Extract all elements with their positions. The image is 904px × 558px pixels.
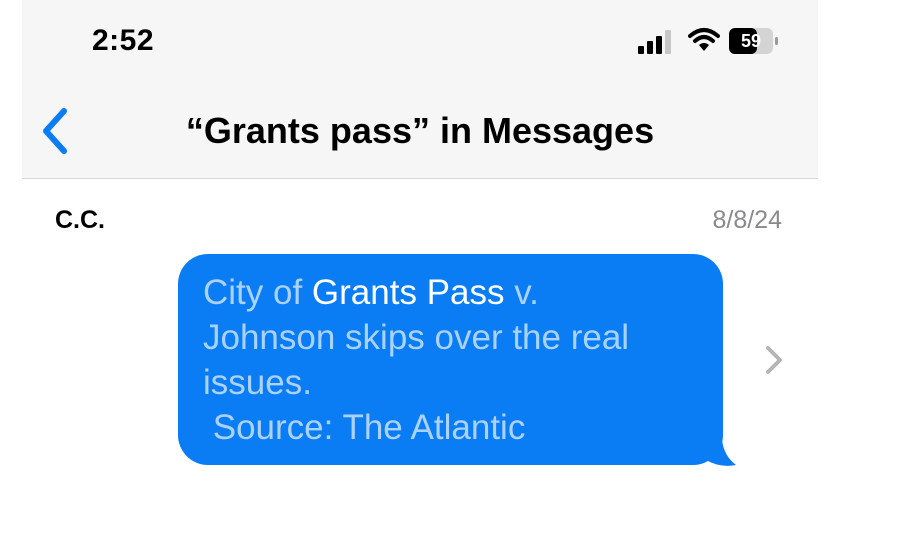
sender-name: C.C.: [55, 206, 105, 234]
message-date: 8/8/24: [712, 206, 782, 234]
message-text: City of Grants Pass v. Johnson skips ove…: [203, 270, 713, 450]
message-text-pre: City of: [203, 273, 312, 312]
chevron-left-icon: [43, 108, 67, 154]
messages-search-screen: 2:52 59 “Grants pass” in Messages C.C. 8…: [0, 0, 904, 558]
chevron-right-icon: [766, 346, 782, 374]
search-match-highlight: Grants Pass: [311, 273, 505, 312]
open-message-button[interactable]: [762, 344, 786, 376]
signal-icon: [638, 30, 671, 54]
wifi-icon: [688, 28, 720, 51]
status-time: 2:52: [92, 24, 155, 57]
back-button[interactable]: [36, 105, 76, 157]
battery-level: 59: [740, 31, 762, 51]
page-title: “Grants pass” in Messages: [185, 110, 655, 151]
